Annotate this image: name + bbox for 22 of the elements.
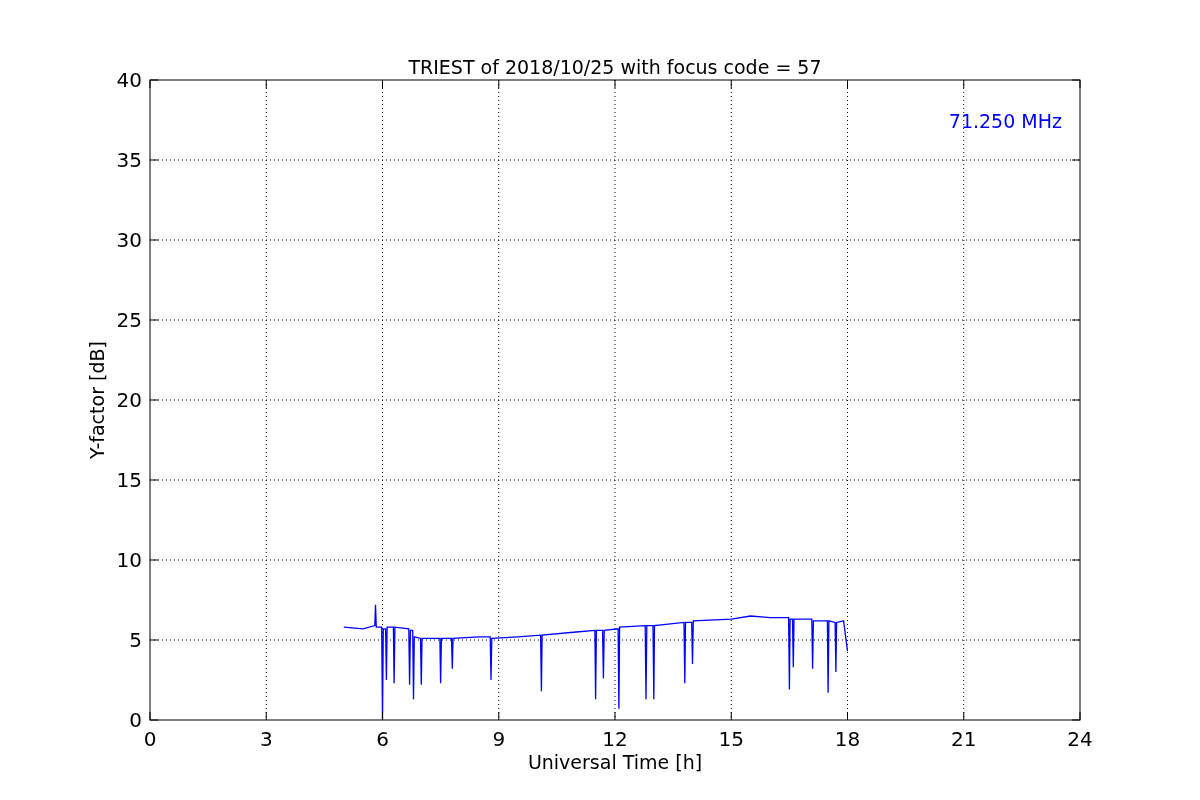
y-tick-label: 30 (116, 228, 142, 252)
x-axis-title: Universal Time [h] (527, 751, 703, 773)
y-tick-label: 10 (116, 548, 142, 572)
x-tick-label: 15 (718, 727, 744, 751)
y-tick-label: 15 (116, 468, 142, 492)
x-tick-label: 21 (951, 727, 977, 751)
x-tick-label: 18 (834, 727, 861, 751)
y-tick-label: 25 (116, 308, 142, 332)
x-tick-label: 24 (1067, 727, 1093, 751)
x-tick-label: 9 (492, 727, 506, 751)
series-label: 71.250 MHz (948, 110, 1062, 132)
chart-title: TRIEST of 2018/10/25 with focus code = 57 (408, 56, 822, 78)
y-axis-title: Y-factor [dB] (86, 341, 108, 459)
y-tick-label: 40 (116, 68, 142, 92)
y-tick-label: 5 (129, 628, 142, 652)
y-tick-label: 35 (116, 148, 142, 172)
x-tick-label: 0 (143, 727, 157, 751)
y-tick-label: 0 (129, 708, 142, 732)
x-tick-label: 12 (602, 727, 628, 751)
x-tick-label: 3 (259, 727, 273, 751)
y-tick-label: 20 (116, 388, 142, 412)
x-tick-label: 6 (376, 727, 389, 751)
